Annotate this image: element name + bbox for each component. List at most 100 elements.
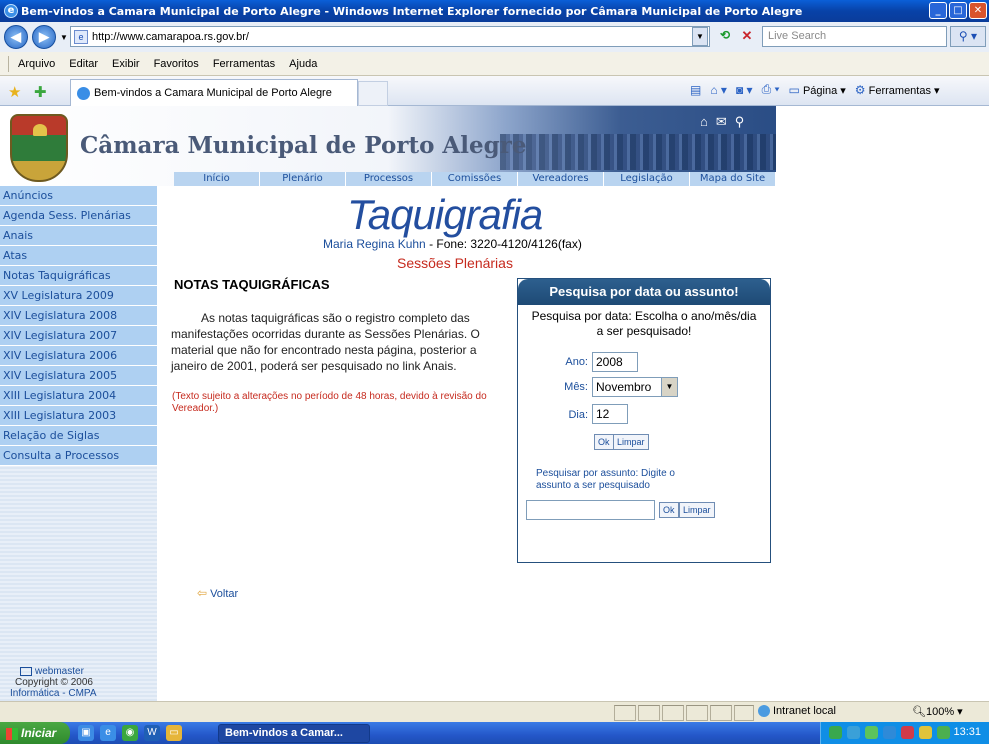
tray-icon[interactable] [847, 726, 860, 739]
sidebar-item-xiv-2008[interactable]: XIV Legislatura 2008 [0, 306, 157, 326]
nav-mapa-do-site[interactable]: Mapa do Site [690, 172, 776, 186]
folder-icon[interactable]: ▭ [166, 725, 182, 741]
nav-legislacao[interactable]: Legislação [604, 172, 690, 186]
status-bar: Intranet local 🔍︎100% ▾ [0, 701, 989, 722]
contact-line: Maria Regina Kuhn - Fone: 3220-4120/4126… [323, 237, 582, 251]
browser-tab[interactable]: Bem-vindos a Camara Municipal de Porto A… [70, 79, 358, 106]
windows-logo-icon [6, 727, 18, 740]
favorites-star-icon[interactable]: ★ [8, 83, 21, 101]
informatica-link[interactable]: Informática - CMPA [10, 688, 150, 699]
maximize-button[interactable]: □ [949, 2, 967, 19]
chevron-down-icon: ▼ [661, 378, 677, 396]
close-button[interactable]: ✕ [969, 2, 987, 19]
sidebar-item-xiv-2007[interactable]: XIV Legislatura 2007 [0, 326, 157, 346]
subject-ok-button[interactable]: Ok [659, 502, 679, 518]
tools-menu[interactable]: ⚙ Ferramentas ▾ [855, 83, 940, 97]
word-icon[interactable]: W [144, 725, 160, 741]
toolbar-grip [8, 55, 10, 72]
sidebar-item-xv-2009[interactable]: XV Legislatura 2009 [0, 286, 157, 306]
webmaster-label: webmaster [35, 666, 84, 677]
page-menu-icon: ▭ [788, 82, 800, 97]
webmaster-link[interactable]: webmaster [10, 666, 150, 677]
feeds-icon[interactable]: ▤ [690, 83, 701, 97]
forward-button[interactable]: ▶ [32, 25, 56, 49]
nav-vereadores[interactable]: Vereadores [518, 172, 604, 186]
nav-inicio[interactable]: Início [174, 172, 260, 186]
address-dropdown-button[interactable]: ▼ [692, 27, 708, 46]
city-crest-logo[interactable] [10, 114, 68, 182]
sidebar-footer: webmaster Copyright © 2006 Informática -… [10, 666, 150, 699]
tray-icon[interactable] [901, 726, 914, 739]
start-button[interactable]: Iniciar [0, 722, 70, 744]
back-button[interactable]: ◀ [4, 25, 28, 49]
zoom-control[interactable]: 🔍︎100% ▾ [912, 705, 963, 718]
page-menu-label: Página [802, 84, 838, 97]
back-link-label: Voltar [210, 588, 239, 600]
refresh-icon[interactable]: ⟲ [716, 28, 734, 46]
taskbar-item-ie[interactable]: Bem-vindos a Camar... [218, 724, 370, 743]
history-dropdown-icon[interactable]: ▼ [60, 33, 68, 42]
search-icon[interactable]: ⚲ ▾ [950, 26, 986, 47]
page-menu[interactable]: ▭ Página ▾ [789, 83, 846, 97]
mail-icon[interactable]: ✉ [716, 114, 727, 130]
sidebar-item-atas[interactable]: Atas [0, 246, 157, 266]
menu-exibir[interactable]: Exibir [112, 58, 140, 70]
sidebar-item-anais[interactable]: Anais [0, 226, 157, 246]
ano-field[interactable]: 2008 [592, 352, 638, 372]
tray-icon[interactable] [829, 726, 842, 739]
dia-field[interactable]: 12 [592, 404, 628, 424]
notes-text: As notas taquigráficas são o registro co… [171, 311, 480, 373]
tab-row: ★ ✚ Bem-vindos a Camara Municipal de Por… [0, 76, 989, 106]
subject-field[interactable] [526, 500, 655, 520]
contact-name[interactable]: Maria Regina Kuhn [323, 237, 426, 251]
nav-plenario[interactable]: Plenário [260, 172, 346, 186]
search-panel-description: Pesquisa por data: Escolha o ano/mês/dia… [531, 309, 757, 338]
tray-icon[interactable] [883, 726, 896, 739]
menu-arquivo[interactable]: Arquivo [18, 58, 55, 70]
add-favorite-icon[interactable]: ✚ [34, 83, 47, 101]
nav-comissoes[interactable]: Comissões [432, 172, 518, 186]
sidebar-item-siglas[interactable]: Relação de Siglas [0, 426, 157, 446]
banner-tools: ⌂ ✉ ⚲ [700, 114, 744, 130]
mes-select[interactable]: Novembro ▼ [592, 377, 678, 397]
ie-icon[interactable]: e [100, 725, 116, 741]
tray-icon[interactable] [865, 726, 878, 739]
live-search-input[interactable]: Live Search [762, 26, 947, 47]
security-zone[interactable]: Intranet local [758, 705, 836, 718]
stop-icon[interactable]: ✕ [738, 28, 756, 46]
section-title: Sessões Plenárias [397, 255, 513, 271]
tray-icon[interactable] [937, 726, 950, 739]
back-link[interactable]: ⇦ Voltar [197, 586, 238, 600]
status-cell [734, 705, 754, 721]
sidebar-item-xiii-2004[interactable]: XIII Legislatura 2004 [0, 386, 157, 406]
desktop-icon[interactable]: ▣ [78, 725, 94, 741]
address-bar[interactable]: e http://www.camarapoa.rs.gov.br/ [70, 26, 710, 47]
rss-icon[interactable]: ◙ ▾ [736, 83, 753, 97]
sidebar-item-xiv-2005[interactable]: XIV Legislatura 2005 [0, 366, 157, 386]
nav-processos[interactable]: Processos [346, 172, 432, 186]
sidebar-item-xiii-2003[interactable]: XIII Legislatura 2003 [0, 406, 157, 426]
search-panel-header: Pesquisa por data ou assunto! [518, 279, 770, 305]
menu-editar[interactable]: Editar [69, 58, 98, 70]
clock: 13:31 [953, 726, 981, 738]
new-tab-button[interactable] [358, 81, 388, 106]
print-icon[interactable]: ⎙ ▾ [762, 82, 780, 97]
subject-clear-button[interactable]: Limpar [679, 502, 715, 518]
back-arrow-icon: ⇦ [197, 586, 208, 600]
menu-favoritos[interactable]: Favoritos [154, 58, 199, 70]
app-icon[interactable]: ◉ [122, 725, 138, 741]
date-clear-button[interactable]: Limpar [613, 434, 649, 450]
home-icon[interactable]: ⌂ [700, 114, 708, 130]
home-icon[interactable]: ⌂ ▾ [710, 83, 727, 97]
menu-ajuda[interactable]: Ajuda [289, 58, 317, 70]
sidebar-item-notas[interactable]: Notas Taquigráficas [0, 266, 157, 286]
sidebar-item-consulta[interactable]: Consulta a Processos [0, 446, 157, 466]
sidebar-item-anuncios[interactable]: Anúncios [0, 186, 157, 206]
sidebar-item-xiv-2006[interactable]: XIV Legislatura 2006 [0, 346, 157, 366]
minimize-button[interactable]: _ [929, 2, 947, 19]
search-icon[interactable]: ⚲ [735, 114, 745, 130]
menu-ferramentas[interactable]: Ferramentas [213, 58, 275, 70]
date-ok-button[interactable]: Ok [594, 434, 614, 450]
tray-icon[interactable] [919, 726, 932, 739]
sidebar-item-agenda[interactable]: Agenda Sess. Plenárias [0, 206, 157, 226]
